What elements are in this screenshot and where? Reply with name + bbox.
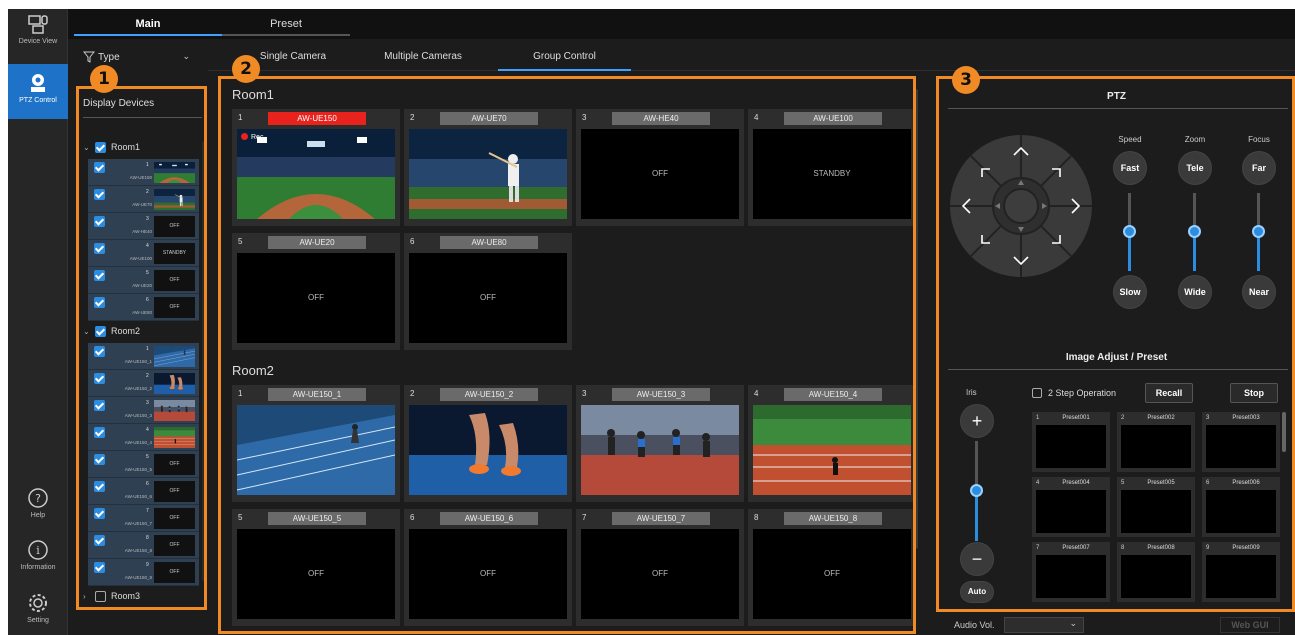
gear-icon <box>29 594 47 612</box>
rec-indicator: Rec <box>241 133 263 142</box>
nav-information[interactable]: i Information <box>8 539 68 579</box>
chevron-down-icon: ⌄ <box>182 51 190 61</box>
app-window: Device View PTZ Control ? Help i Informa… <box>8 9 1295 635</box>
tab-preset-underline <box>222 34 350 36</box>
nav-help[interactable]: ? Help <box>8 487 68 527</box>
callout-frame-1 <box>76 86 207 610</box>
filter-icon <box>83 51 95 63</box>
tab-multiple-cameras[interactable]: Multiple Cameras <box>368 51 478 71</box>
callout-badge-2: 2 <box>232 55 260 83</box>
nav-setting-label: Setting <box>27 617 49 624</box>
audio-vol-label: Audio Vol. <box>954 620 995 630</box>
nav-information-label: Information <box>20 564 56 571</box>
nav-device-view-label: Device View <box>18 38 58 45</box>
type-filter-dropdown[interactable]: Type ⌄ <box>78 47 196 69</box>
nav-device-view[interactable]: Device View <box>8 13 68 63</box>
information-icon: i <box>28 540 48 560</box>
nav-help-label: Help <box>30 512 46 519</box>
nav-ptz-control[interactable]: PTZ Control <box>8 64 68 119</box>
svg-text:?: ? <box>35 492 41 505</box>
tab-group-control[interactable]: Group Control <box>498 51 631 71</box>
callout-badge-3: 3 <box>952 66 980 94</box>
tab-single-camera-label: Single Camera <box>259 51 327 62</box>
nav-setting[interactable]: Setting <box>8 592 68 632</box>
callout-badge-1: 1 <box>90 65 118 93</box>
view-mode-tabs: Single Camera Multiple Cameras Group Con… <box>208 43 1295 71</box>
type-filter-label: Type <box>98 52 120 63</box>
tab-group-control-label: Group Control <box>533 51 596 62</box>
web-gui-button[interactable]: Web GUI <box>1220 617 1280 633</box>
tab-preset-label: Preset <box>270 18 302 30</box>
callout-frame-3 <box>936 76 1295 612</box>
device-view-icon <box>28 15 48 34</box>
tab-single-camera[interactable]: Single Camera <box>248 51 338 71</box>
help-icon: ? <box>28 488 48 508</box>
tab-preset[interactable]: Preset <box>222 9 350 39</box>
bottom-bar: Audio Vol. ⌄ Web GUI <box>938 617 1295 635</box>
svg-text:i: i <box>36 544 40 557</box>
audio-vol-select[interactable]: ⌄ <box>1004 617 1084 633</box>
tab-main-underline <box>74 34 222 36</box>
ptz-camera-icon <box>31 74 45 92</box>
tab-main[interactable]: Main <box>74 9 222 39</box>
tab-group-control-underline <box>498 69 631 71</box>
callout-frame-2 <box>218 76 916 634</box>
tab-main-label: Main <box>135 18 161 30</box>
chevron-down-icon: ⌄ <box>1069 618 1077 628</box>
top-tab-bar: Main Preset <box>68 9 1295 39</box>
left-nav: Device View PTZ Control ? Help i Informa… <box>8 9 68 635</box>
tab-multiple-cameras-label: Multiple Cameras <box>384 51 462 62</box>
nav-ptz-control-label: PTZ Control <box>19 97 57 104</box>
